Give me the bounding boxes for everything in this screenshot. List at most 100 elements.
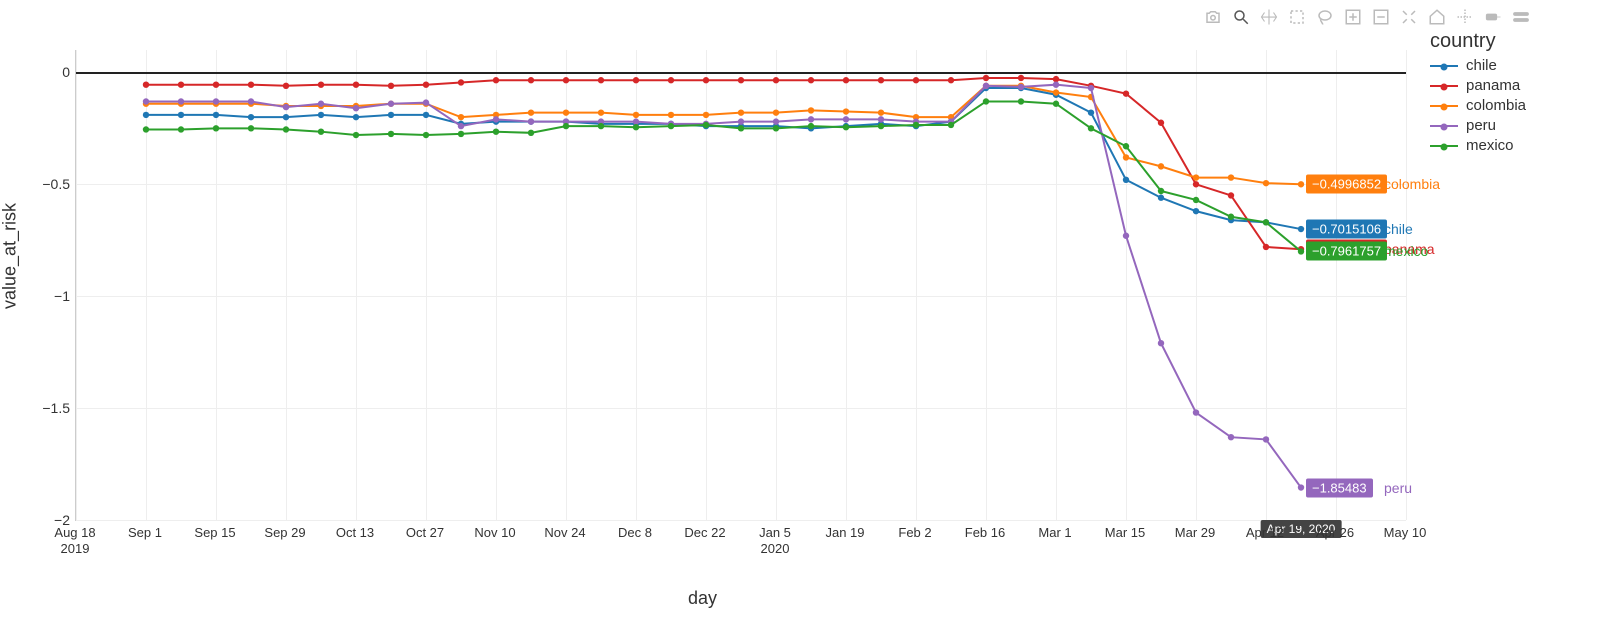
data-point[interactable] <box>948 122 954 128</box>
data-point[interactable] <box>1193 197 1199 203</box>
data-point[interactable] <box>1158 340 1164 346</box>
data-point[interactable] <box>703 77 709 83</box>
hover-closest-icon[interactable] <box>1484 8 1502 26</box>
data-point[interactable] <box>1298 181 1304 187</box>
data-point[interactable] <box>283 104 289 110</box>
spike-icon[interactable] <box>1456 8 1474 26</box>
data-point[interactable] <box>843 108 849 114</box>
data-point[interactable] <box>318 81 324 87</box>
data-point[interactable] <box>1053 89 1059 95</box>
data-point[interactable] <box>1298 484 1304 490</box>
data-point[interactable] <box>983 83 989 89</box>
zoom-icon[interactable] <box>1232 8 1250 26</box>
data-point[interactable] <box>1123 143 1129 149</box>
legend-item-peru[interactable]: peru <box>1430 117 1526 134</box>
data-point[interactable] <box>423 132 429 138</box>
data-point[interactable] <box>843 116 849 122</box>
data-point[interactable] <box>1018 75 1024 81</box>
data-point[interactable] <box>1158 163 1164 169</box>
data-point[interactable] <box>1263 436 1269 442</box>
data-point[interactable] <box>878 123 884 129</box>
lasso-icon[interactable] <box>1316 8 1334 26</box>
legend-item-mexico[interactable]: mexico <box>1430 137 1526 154</box>
data-point[interactable] <box>1123 233 1129 239</box>
data-point[interactable] <box>1263 180 1269 186</box>
zoom-out-icon[interactable] <box>1372 8 1390 26</box>
data-point[interactable] <box>283 83 289 89</box>
data-point[interactable] <box>388 112 394 118</box>
data-point[interactable] <box>983 75 989 81</box>
data-point[interactable] <box>948 77 954 83</box>
data-point[interactable] <box>178 126 184 132</box>
data-point[interactable] <box>423 99 429 105</box>
legend-item-panama[interactable]: panama <box>1430 77 1526 94</box>
data-point[interactable] <box>773 118 779 124</box>
data-point[interactable] <box>493 116 499 122</box>
data-point[interactable] <box>1158 188 1164 194</box>
data-point[interactable] <box>248 81 254 87</box>
data-point[interactable] <box>808 107 814 113</box>
data-point[interactable] <box>878 116 884 122</box>
data-point[interactable] <box>773 77 779 83</box>
data-point[interactable] <box>493 128 499 134</box>
data-point[interactable] <box>913 77 919 83</box>
data-point[interactable] <box>808 123 814 129</box>
data-point[interactable] <box>1228 192 1234 198</box>
data-point[interactable] <box>1088 109 1094 115</box>
data-point[interactable] <box>213 112 219 118</box>
data-point[interactable] <box>388 131 394 137</box>
zoom-in-icon[interactable] <box>1344 8 1362 26</box>
data-point[interactable] <box>913 122 919 128</box>
data-point[interactable] <box>213 81 219 87</box>
data-point[interactable] <box>318 128 324 134</box>
data-point[interactable] <box>773 109 779 115</box>
data-point[interactable] <box>528 77 534 83</box>
data-point[interactable] <box>563 109 569 115</box>
data-point[interactable] <box>808 116 814 122</box>
data-point[interactable] <box>668 77 674 83</box>
data-point[interactable] <box>738 77 744 83</box>
data-point[interactable] <box>1228 434 1234 440</box>
data-point[interactable] <box>528 118 534 124</box>
data-point[interactable] <box>843 77 849 83</box>
data-point[interactable] <box>598 77 604 83</box>
data-point[interactable] <box>738 118 744 124</box>
data-point[interactable] <box>1263 219 1269 225</box>
legend-item-chile[interactable]: chile <box>1430 57 1526 74</box>
data-point[interactable] <box>808 77 814 83</box>
data-point[interactable] <box>1123 177 1129 183</box>
data-point[interactable] <box>213 98 219 104</box>
data-point[interactable] <box>633 118 639 124</box>
data-point[interactable] <box>178 112 184 118</box>
series-mexico[interactable] <box>146 101 1301 251</box>
data-point[interactable] <box>178 81 184 87</box>
data-point[interactable] <box>528 130 534 136</box>
series-colombia[interactable] <box>146 86 1301 184</box>
data-point[interactable] <box>353 81 359 87</box>
data-point[interactable] <box>143 98 149 104</box>
data-point[interactable] <box>1053 76 1059 82</box>
data-point[interactable] <box>843 124 849 130</box>
data-point[interactable] <box>283 114 289 120</box>
data-point[interactable] <box>1018 98 1024 104</box>
hover-compare-icon[interactable] <box>1512 8 1530 26</box>
data-point[interactable] <box>668 112 674 118</box>
data-point[interactable] <box>458 131 464 137</box>
data-point[interactable] <box>458 123 464 129</box>
data-point[interactable] <box>143 126 149 132</box>
data-point[interactable] <box>493 77 499 83</box>
data-point[interactable] <box>143 81 149 87</box>
data-point[interactable] <box>388 83 394 89</box>
data-point[interactable] <box>143 112 149 118</box>
data-point[interactable] <box>1193 208 1199 214</box>
data-point[interactable] <box>528 109 534 115</box>
data-point[interactable] <box>598 123 604 129</box>
data-point[interactable] <box>248 114 254 120</box>
data-point[interactable] <box>878 77 884 83</box>
home-icon[interactable] <box>1428 8 1446 26</box>
data-point[interactable] <box>1158 195 1164 201</box>
data-point[interactable] <box>423 112 429 118</box>
data-point[interactable] <box>633 124 639 130</box>
data-point[interactable] <box>703 122 709 128</box>
autoscale-icon[interactable] <box>1400 8 1418 26</box>
